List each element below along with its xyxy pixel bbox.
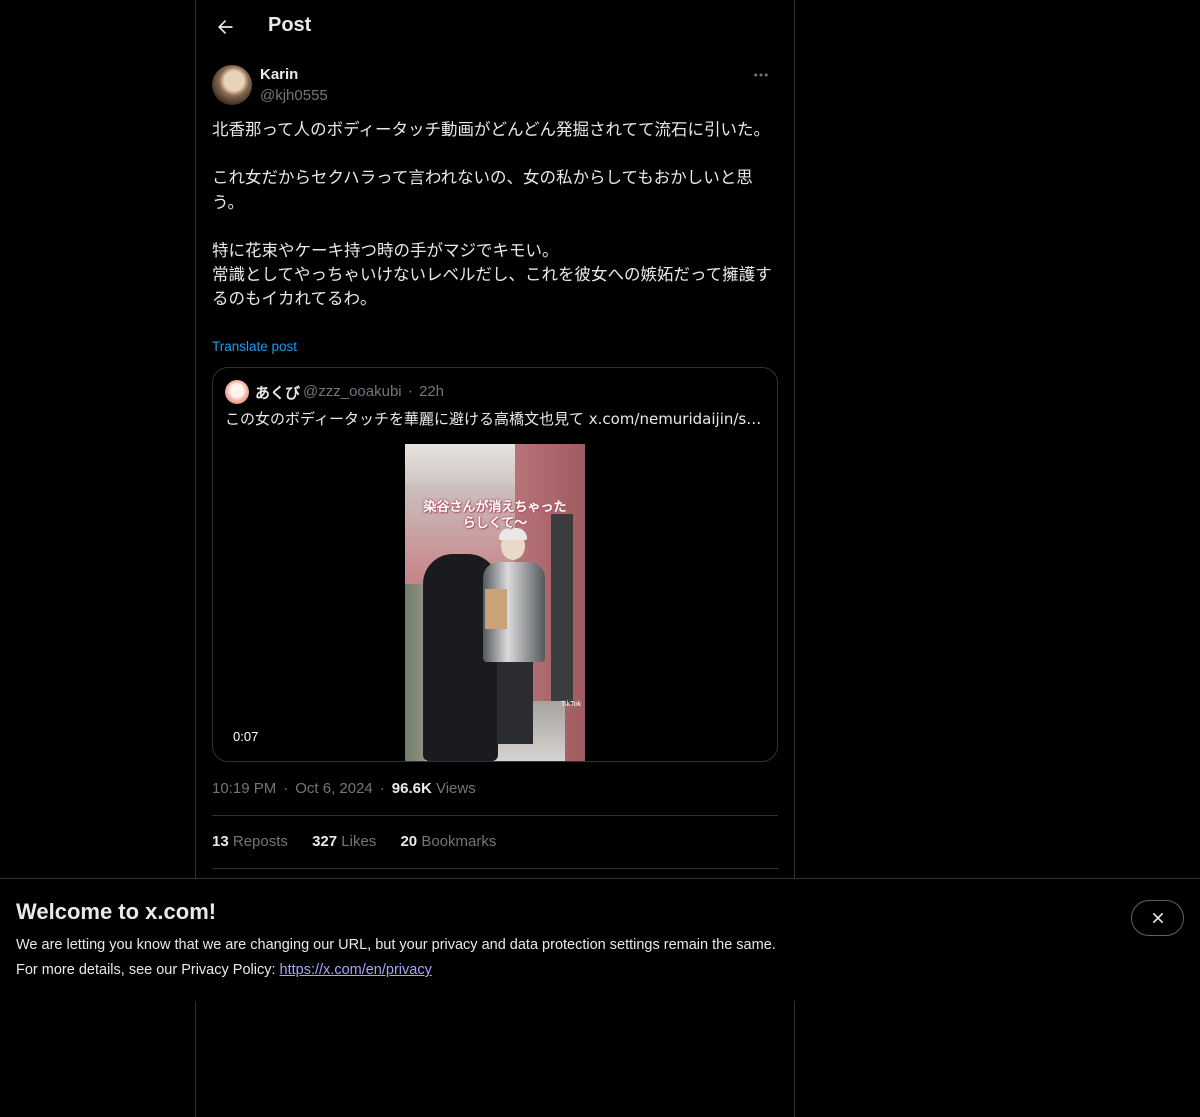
- video-box: [485, 589, 507, 629]
- likes-stat[interactable]: 327 Likes: [312, 833, 376, 850]
- reposts-stat[interactable]: 13 Reposts: [212, 833, 288, 850]
- author-avatar[interactable]: [212, 65, 252, 105]
- close-icon: [1152, 912, 1163, 924]
- translate-post-link[interactable]: Translate post: [212, 339, 297, 354]
- author-handle[interactable]: @kjh0555: [260, 87, 328, 104]
- quoted-author-handle: @zzz_ooakubi: [303, 383, 402, 400]
- page-title: Post: [268, 14, 312, 36]
- tiktok-watermark: TikTok: [561, 701, 581, 708]
- banner-policy-prefix: For more details, see our Privacy Policy…: [16, 962, 280, 978]
- author-row: Karin @kjh0555: [212, 64, 778, 106]
- video-scene-door: [551, 514, 573, 704]
- more-options-button[interactable]: [744, 64, 778, 86]
- views-count: 96.6K: [391, 780, 432, 797]
- post-date[interactable]: Oct 6, 2024: [295, 780, 373, 797]
- views-label: Views: [435, 780, 476, 797]
- quoted-author-avatar: [225, 380, 249, 404]
- quoted-separator: ·: [408, 383, 413, 401]
- author-name[interactable]: Karin: [260, 66, 298, 83]
- post-text: 北香那って人のボディータッチ動画がどんどん発掘されてて流石に引いた。 これ女だか…: [212, 120, 772, 309]
- post-time[interactable]: 10:19 PM: [212, 780, 276, 797]
- video-caption: 染谷さんが消えちゃった らしくて〜: [423, 500, 567, 531]
- banner-policy-line: For more details, see our Privacy Policy…: [16, 962, 432, 978]
- banner-title: Welcome to x.com!: [16, 899, 217, 924]
- more-horizontal-icon: [754, 73, 768, 77]
- engagement-stats: 13 Reposts 327 Likes 20 Bookmarks: [212, 833, 516, 850]
- post-header: Post: [196, 0, 794, 54]
- quoted-time: 22h: [419, 383, 445, 400]
- privacy-policy-link[interactable]: https://x.com/en/privacy: [280, 962, 432, 978]
- arrow-left-icon: [218, 20, 233, 34]
- post-meta: 10:19 PM · Oct 6, 2024 · 96.6K Views: [212, 780, 476, 797]
- welcome-banner: Welcome to x.com! We are letting you kno…: [0, 878, 1200, 1001]
- quoted-text: この女のボディータッチを華麗に避ける高橋文也見て x.com/nemuridai…: [225, 410, 762, 428]
- bookmarks-stat[interactable]: 20 Bookmarks: [400, 833, 496, 850]
- banner-message: We are letting you know that we are chan…: [16, 937, 776, 953]
- video-person-man-legs: [497, 659, 533, 744]
- quoted-post[interactable]: あくび @zzz_ooakubi · 22h この女のボディータッチを華麗に避け…: [212, 367, 778, 762]
- video-duration-badge: 0:07: [225, 728, 267, 745]
- divider: [212, 815, 778, 816]
- close-banner-button[interactable]: [1131, 900, 1184, 936]
- video-thumbnail[interactable]: 染谷さんが消えちゃった らしくて〜 TikTok: [405, 444, 585, 761]
- back-button[interactable]: [208, 10, 242, 44]
- quoted-author-name: あくび: [255, 384, 301, 402]
- divider: [212, 868, 778, 869]
